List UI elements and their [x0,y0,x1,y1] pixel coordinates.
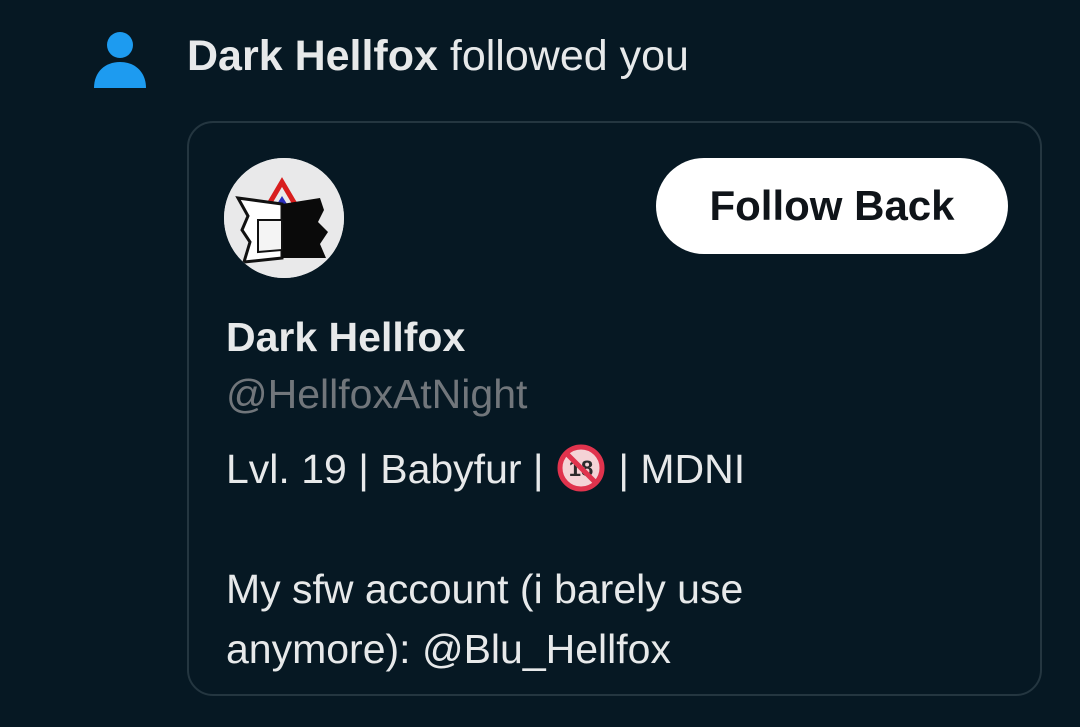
avatar[interactable] [224,158,344,278]
notification-row[interactable]: Dark Hellfox followed you Follow Back Da… [0,0,1080,727]
profile-display-name[interactable]: Dark Hellfox [226,312,465,362]
bio-text: Lvl. 19 | Babyfur | [226,446,555,492]
bio-text: | MDNI [606,446,746,492]
bio-spacer [226,499,1006,559]
follow-back-button[interactable]: Follow Back [656,158,1008,254]
profile-card[interactable]: Follow Back Dark Hellfox @HellfoxAtNight… [187,121,1042,696]
bio-line: Lvl. 19 | Babyfur | 18 | MDNI [226,439,1006,499]
bio-line: My sfw account (i barely use [226,566,744,612]
no-one-under-eighteen-icon: 18 [557,444,605,492]
person-icon [93,30,147,88]
notification-user-name[interactable]: Dark Hellfox [187,32,438,80]
profile-bio: Lvl. 19 | Babyfur | 18 | MDNI My sfw acc… [226,439,1006,679]
profile-handle[interactable]: @HellfoxAtNight [226,369,527,419]
notification-action: followed you [437,32,689,80]
notification-text: Dark Hellfox followed you [187,30,689,82]
bio-line: anymore): @Blu_Hellfox [226,626,671,672]
